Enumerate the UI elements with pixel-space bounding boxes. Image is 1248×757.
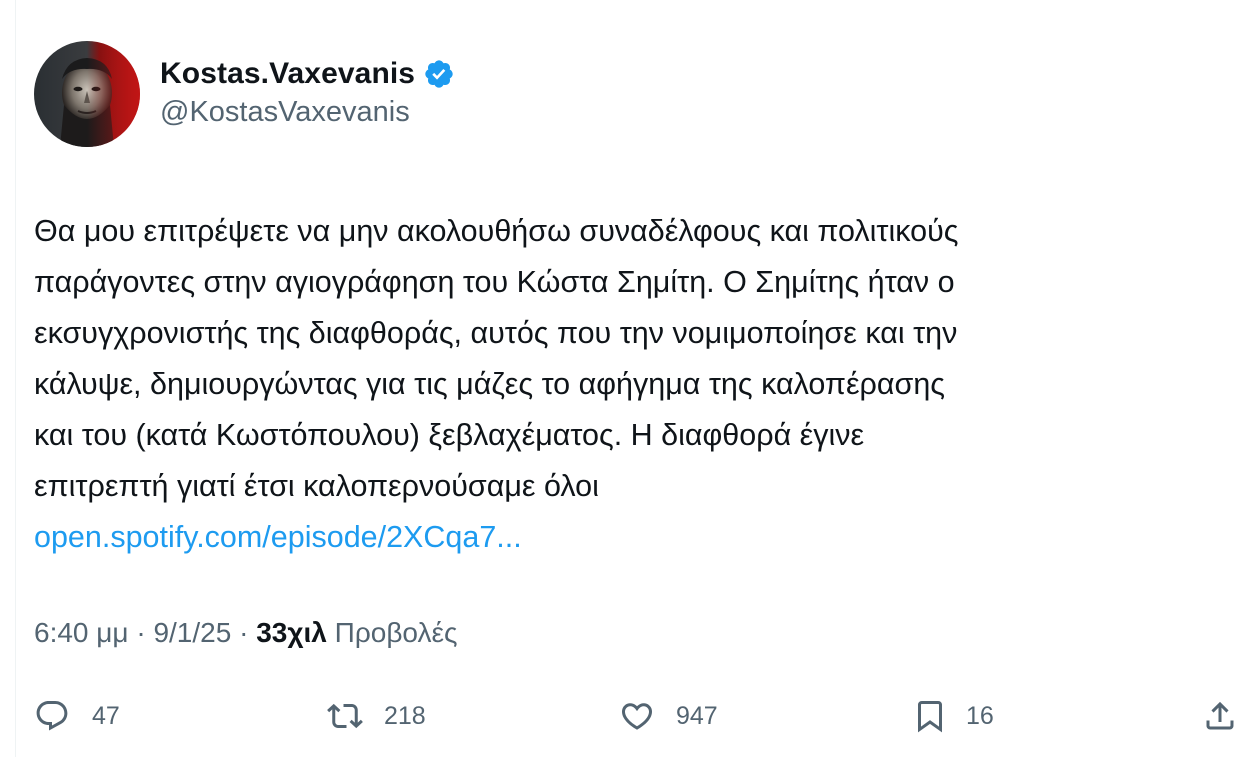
meta-separator: · bbox=[128, 617, 154, 648]
avatar[interactable] bbox=[34, 41, 140, 147]
tweet-text: Θα μου επιτρέψετε να μην ακολουθήσω συνα… bbox=[34, 206, 1224, 563]
bookmark-count: 16 bbox=[966, 701, 994, 730]
timeline-border bbox=[15, 0, 16, 757]
retweet-button[interactable]: 218 bbox=[326, 694, 426, 738]
tweet-meta: 6:40 μμ · 9/1/25 · 33χιλ Προβολές bbox=[34, 617, 457, 649]
retweet-count: 218 bbox=[384, 701, 426, 730]
tweet-text-line: παράγοντες στην αγιογράφηση του Κώστα Ση… bbox=[34, 265, 955, 299]
bookmark-button[interactable]: 16 bbox=[912, 694, 994, 738]
meta-separator: · bbox=[231, 617, 257, 648]
tweet-text-line: επιτρεπτή γιατί έτσι καλοπερνούσαμε όλοι bbox=[34, 469, 599, 503]
like-count: 947 bbox=[676, 701, 718, 730]
author-name-row[interactable]: Kostas.Vaxevanis bbox=[160, 54, 455, 94]
tweet-date[interactable]: 9/1/25 bbox=[153, 617, 231, 648]
tweet-text-line: Θα μου επιτρέψετε να μην ακολουθήσω συνα… bbox=[34, 214, 959, 248]
spotify-episode-link[interactable]: open.spotify.com/episode/2XCqa7... bbox=[34, 512, 1224, 563]
verified-badge-icon[interactable] bbox=[423, 58, 455, 90]
reply-icon bbox=[36, 701, 68, 731]
heart-icon bbox=[621, 703, 653, 730]
views-label: Προβολές bbox=[334, 617, 458, 648]
retweet-icon bbox=[327, 703, 363, 729]
author-display-name[interactable]: Kostas.Vaxevanis bbox=[160, 57, 415, 91]
views-count[interactable]: 33χιλ bbox=[256, 617, 327, 648]
tweet-time[interactable]: 6:40 μμ bbox=[34, 617, 129, 648]
tweet-text-line: κάλυψε, δημιουργώντας για τις μάζες το α… bbox=[34, 367, 946, 401]
share-icon bbox=[1206, 701, 1234, 730]
reply-count: 47 bbox=[92, 701, 120, 730]
tweet-text-line: εκσυγχρονιστής της διαφθοράς, αυτός που … bbox=[34, 316, 958, 350]
reply-button[interactable]: 47 bbox=[34, 694, 120, 738]
share-button[interactable] bbox=[1202, 694, 1238, 738]
bookmark-icon bbox=[918, 701, 942, 733]
like-button[interactable]: 947 bbox=[618, 694, 718, 738]
avatar-image bbox=[34, 41, 140, 147]
author-handle[interactable]: @KostasVaxevanis bbox=[160, 96, 410, 129]
tweet-text-line: και του (κατά Κωστόπουλου) ξεβλαχέματος.… bbox=[34, 418, 865, 452]
